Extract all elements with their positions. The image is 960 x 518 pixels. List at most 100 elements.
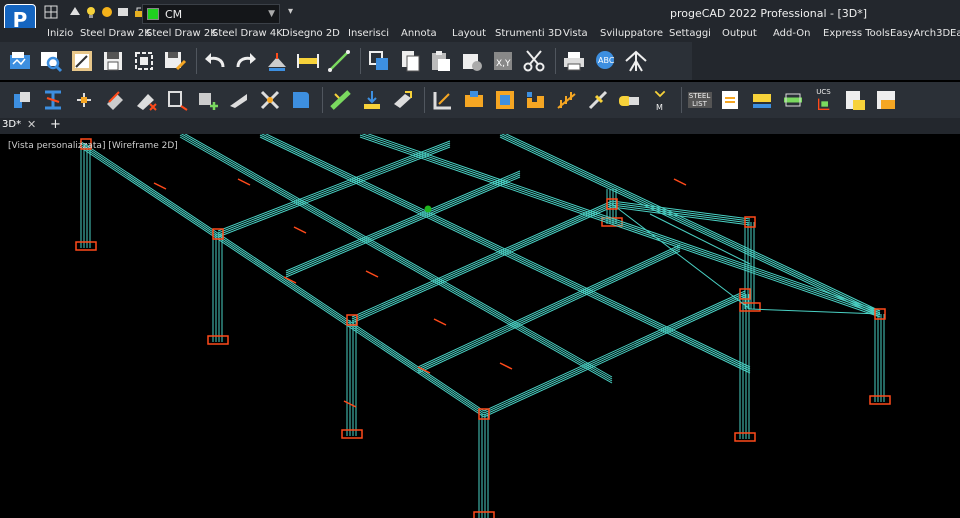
steel-list-label: STEEL LIST — [687, 92, 712, 108]
toolbar-separator — [424, 87, 425, 113]
steel-structure-wireframe — [75, 134, 891, 518]
steel-joint-icon[interactable] — [460, 85, 487, 115]
steel-assembly-icon[interactable] — [872, 85, 899, 115]
ucs-label: UCS — [816, 88, 831, 96]
menu-sviluppatore[interactable]: Sviluppatore — [600, 28, 663, 39]
ucs-icon[interactable]: UCS — [810, 85, 837, 115]
copy-objects-icon[interactable] — [365, 46, 392, 76]
steel-bent-plate-icon[interactable] — [287, 85, 314, 115]
plot-preview-icon[interactable] — [68, 46, 95, 76]
drawing-viewport[interactable]: [Vista personalizzata] [Wireframe 2D] — [0, 134, 960, 518]
steel-truss-icon[interactable] — [717, 85, 744, 115]
chevron-down-icon: ▼ — [268, 9, 275, 19]
steel-stiffener-icon[interactable] — [389, 85, 416, 115]
toolbar-separator — [196, 48, 197, 74]
customize-qat-button[interactable]: ▾ — [288, 6, 293, 17]
measure-area-icon[interactable] — [263, 46, 290, 76]
cursor-point — [424, 205, 432, 213]
steel-connection-icon[interactable] — [163, 85, 190, 115]
open-drawing-icon[interactable] — [6, 46, 33, 76]
paste-special-icon[interactable] — [427, 46, 454, 76]
steel-bracing-icon[interactable] — [132, 85, 159, 115]
xy-coordinates-icon[interactable]: X,Y — [489, 46, 516, 76]
purlin — [180, 134, 613, 380]
layer-lock-icon[interactable] — [116, 5, 130, 19]
undo-icon[interactable] — [201, 46, 228, 76]
purlin — [179, 134, 613, 382]
menu-add-on[interactable]: Add-On — [773, 28, 810, 39]
menu-annota[interactable]: Annota — [401, 28, 437, 39]
steel-anchor-icon[interactable] — [358, 85, 385, 115]
layer-dropdown[interactable]: CM ▼ — [142, 4, 280, 24]
save-as-icon[interactable] — [161, 46, 188, 76]
steel-add-icon[interactable] — [194, 85, 221, 115]
menu-easyarch3d[interactable]: EasyArch3D — [890, 28, 950, 39]
steel-marking-icon[interactable] — [615, 85, 642, 115]
menu-settaggi[interactable]: Settaggi — [669, 28, 711, 39]
purlin — [361, 134, 881, 314]
steel-cut-icon[interactable] — [256, 85, 283, 115]
layer-on-icon[interactable] — [84, 5, 98, 19]
print-icon[interactable] — [560, 46, 587, 76]
steel-weld-icon[interactable] — [327, 85, 354, 115]
steel-beam-icon[interactable] — [39, 85, 66, 115]
save-icon[interactable] — [99, 46, 126, 76]
add-tab-icon[interactable]: + — [50, 117, 61, 132]
steel-plate-icon[interactable] — [101, 85, 128, 115]
layer-freeze-icon[interactable] — [68, 5, 82, 19]
steel-list-icon[interactable]: M — [646, 85, 673, 115]
purlin — [260, 134, 751, 370]
menu-vista[interactable]: Vista — [563, 28, 588, 39]
dimension-icon[interactable] — [294, 46, 321, 76]
base-plate — [341, 429, 363, 439]
menu-inserisci[interactable]: Inserisci — [348, 28, 389, 39]
spell-check-icon[interactable]: ABC — [591, 46, 618, 76]
grid-icon[interactable] — [44, 5, 58, 19]
network-icon[interactable] — [622, 46, 649, 76]
steel-bolt-icon[interactable] — [584, 85, 611, 115]
steel-grating-icon[interactable] — [522, 85, 549, 115]
menu-strumenti-3d[interactable]: Strumenti 3D — [495, 28, 562, 39]
dimension-mark — [293, 226, 307, 234]
cross-beam — [483, 290, 746, 412]
steel-railing-icon[interactable] — [553, 85, 580, 115]
redo-icon[interactable] — [232, 46, 259, 76]
steel-profile-icon[interactable] — [429, 85, 456, 115]
steel-piping-icon[interactable] — [748, 85, 775, 115]
menu-layout[interactable]: Layout — [452, 28, 486, 39]
steel-section-icon[interactable] — [70, 85, 97, 115]
find-file-icon[interactable] — [37, 46, 64, 76]
ribbon-menu-bar: Inizio Steel Draw 2K Steel Draw 2K Steel… — [0, 28, 960, 42]
steel-stair-icon[interactable] — [491, 85, 518, 115]
base-plate — [869, 395, 891, 405]
cut-icon[interactable] — [520, 46, 547, 76]
toolbar-separator — [555, 48, 556, 74]
menu-express-tools[interactable]: Express Tools — [823, 28, 890, 39]
menu-inizio[interactable]: Inizio — [47, 28, 73, 39]
cross-beam — [483, 294, 746, 416]
quick-access-toolbar — [44, 5, 146, 19]
steel-angle-icon[interactable] — [225, 85, 252, 115]
cross-beam — [417, 248, 681, 372]
steel-export-icon[interactable]: STEEL LIST — [686, 85, 713, 115]
menu-ea[interactable]: Ea — [950, 28, 960, 39]
menu-output[interactable]: Output — [722, 28, 757, 39]
dimension-mark — [365, 270, 379, 278]
menu-steel-draw-2k-b[interactable]: Steel Draw 2K — [146, 28, 217, 39]
steel-report-icon[interactable] — [779, 85, 806, 115]
cross-beam — [351, 206, 613, 324]
steel-sheet-icon[interactable] — [841, 85, 868, 115]
menu-disegno-2d[interactable]: Disegno 2D — [282, 28, 340, 39]
menu-steel-draw-2k-a[interactable]: Steel Draw 2K — [80, 28, 151, 39]
cross-beam — [417, 246, 681, 370]
close-tab-icon[interactable]: ✕ — [27, 118, 36, 131]
layer-thaw-icon[interactable] — [100, 5, 114, 19]
line-icon[interactable] — [325, 46, 352, 76]
tab-3d[interactable]: 3D* — [2, 119, 21, 130]
menu-steel-draw-4k[interactable]: Steel Draw 4K — [212, 28, 283, 39]
steel-column-icon[interactable] — [8, 85, 35, 115]
print-settings-icon[interactable] — [458, 46, 485, 76]
svg-text:ABC: ABC — [598, 56, 615, 65]
zoom-extents-icon[interactable] — [130, 46, 157, 76]
paste-icon[interactable] — [396, 46, 423, 76]
